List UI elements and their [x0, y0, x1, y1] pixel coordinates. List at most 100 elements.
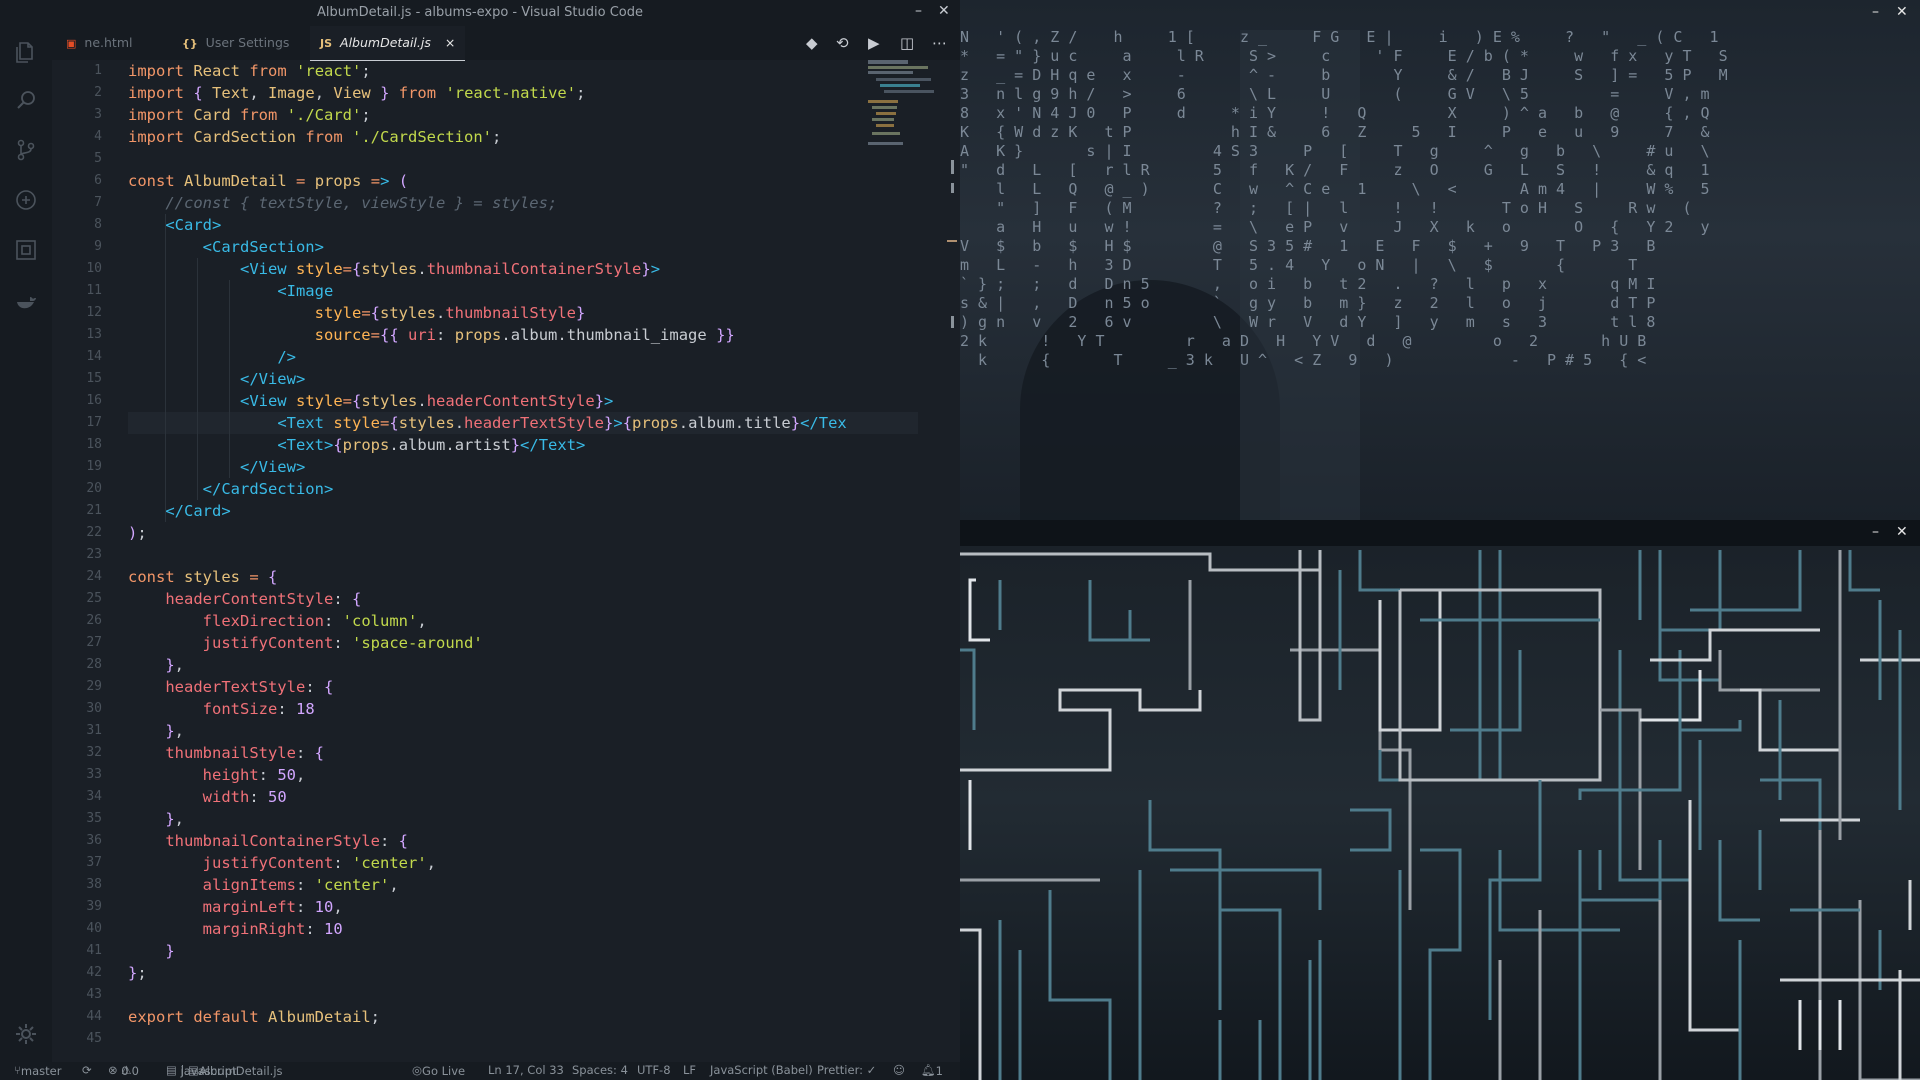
code-text: }; [128, 964, 147, 982]
run-icon[interactable]: ▶ [868, 34, 880, 52]
matrix-row: z _ = D H q e x - ^ - b Y & / B J S ] = … [960, 66, 1728, 84]
matrix-row: m L - h 3 D T 5 . 4 Y o N | \ $ { T [960, 256, 1638, 274]
code-text: source={{ uri: props.album.thumbnail_ima… [314, 326, 735, 344]
encoding[interactable]: UTF-8 [637, 1063, 671, 1077]
code-text: style={styles.thumbnailStyle} [314, 304, 586, 322]
editor-tabs: ▣ ne.html {} User Settings JS AlbumDetail.j… [52, 26, 960, 61]
code-text: headerContentStyle: { [165, 590, 362, 608]
code-text: marginLeft: 10, [202, 898, 343, 916]
line-number: 16 [86, 393, 102, 408]
json-icon: {} [182, 37, 198, 50]
indentation[interactable]: Spaces: 4 [572, 1063, 628, 1077]
title-bar: AlbumDetail.js - albums-expo - Visual St… [0, 0, 960, 26]
code-text: </View> [239, 458, 306, 476]
line-number: 2 [94, 85, 102, 100]
matrix-row: N ' ( , Z / h 1 [ z _ F G E | i ) E % ? … [960, 28, 1719, 46]
notifications-button[interactable]: 🔔︎ 1 [921, 1063, 943, 1078]
source-control-icon[interactable] [14, 138, 38, 162]
line-number: 14 [86, 349, 102, 364]
matrix-row: a H u w ! = \ e P v J X k o O { Y 2 y [960, 218, 1710, 236]
tab-user-settings[interactable]: {} User Settings [172, 26, 299, 60]
compare-icon[interactable]: ⟲ [836, 34, 849, 52]
line-number: 39 [86, 899, 102, 914]
explorer-icon[interactable] [14, 40, 38, 64]
line-number: 23 [86, 547, 102, 562]
code-text: <CardSection> [202, 238, 324, 256]
prettier-status[interactable]: Prettier: ✓ [817, 1063, 876, 1077]
code-text: height: 50, [202, 766, 306, 784]
html5-icon: ▣ [66, 37, 77, 50]
tab-close-button[interactable]: × [445, 35, 455, 50]
minimap[interactable] [868, 60, 948, 160]
debug-icon[interactable] [14, 188, 38, 212]
line-number: 5 [94, 151, 102, 166]
code-text: }, [165, 656, 185, 674]
code-text: }, [165, 810, 185, 828]
minimize-button[interactable]: – [1872, 524, 1879, 540]
minimize-button[interactable]: – [1872, 4, 1879, 20]
line-number: 11 [86, 283, 102, 298]
code-text: ); [128, 524, 147, 542]
line-number: 35 [86, 811, 102, 826]
code-text: marginRight: 10 [202, 920, 343, 938]
split-editor-icon[interactable]: ◫ [900, 34, 914, 52]
line-number: 13 [86, 327, 102, 342]
line-number: 18 [86, 437, 102, 452]
line-number: 6 [94, 173, 102, 188]
matrix-row: ` } ; ; d D n 5 , o i b t 2 . ? l p x q … [960, 275, 1656, 293]
code-text: /> [277, 348, 296, 366]
code-text: import CardSection from './CardSection'; [128, 128, 502, 146]
docker-icon[interactable] [14, 288, 38, 312]
extensions-icon[interactable] [14, 238, 38, 262]
terminal-matrix[interactable]: – ✕ N ' ( , Z / h 1 [ z _ F G E | i ) E … [960, 0, 1920, 520]
line-number: 36 [86, 833, 102, 848]
branch-indicator[interactable]: ⑂ master [14, 1063, 61, 1078]
line-number: 20 [86, 481, 102, 496]
line-number: 17 [86, 415, 102, 430]
code-text: justifyContent: 'center', [202, 854, 436, 872]
code-text: thumbnailStyle: { [165, 744, 325, 762]
close-button[interactable]: ✕ [938, 3, 950, 19]
language-indicator[interactable]: JavaScript (Babel) [710, 1063, 813, 1077]
scrollbar-marker [951, 160, 954, 174]
scrollbar-marker [947, 240, 957, 242]
matrix-row: " d L [ r l R 5 f K / F z O G L S ! & q … [960, 161, 1710, 179]
more-icon[interactable]: ⋯ [932, 34, 947, 52]
line-number: 26 [86, 613, 102, 628]
close-button[interactable]: ✕ [1896, 524, 1908, 540]
matrix-row: ) g n v 2 6 v \ W r V d Y ] y m s 3 t l … [960, 313, 1656, 331]
problems-indicator[interactable]: ⊗ 0 ⚠ 0 [108, 1063, 139, 1078]
go-live-button[interactable]: ◎ Go Live [412, 1063, 465, 1078]
line-number: 33 [86, 767, 102, 782]
scrollbar-marker [951, 183, 954, 193]
sync-icon[interactable]: ⟳ [82, 1063, 92, 1077]
code-text: export default AlbumDetail; [128, 1008, 381, 1026]
feedback-icon[interactable]: ☺ [893, 1063, 905, 1077]
code-text: <Card> [165, 216, 222, 234]
code-editor[interactable]: 1 import React from 'react'; 2 import { Tex… [52, 60, 918, 1064]
line-number: 34 [86, 789, 102, 804]
line-number: 7 [94, 195, 102, 210]
eol[interactable]: LF [683, 1063, 696, 1077]
line-number: 30 [86, 701, 102, 716]
language-mode[interactable]: ▤ javascript | ▤ AlbumDetail.js [166, 1063, 283, 1078]
terminal-pipes[interactable]: – ✕ [960, 520, 1920, 1080]
tab-html[interactable]: ▣ ne.html [56, 26, 142, 60]
line-number: 21 [86, 503, 102, 518]
diff-icon[interactable]: ◆ [806, 34, 818, 52]
line-number: 29 [86, 679, 102, 694]
line-number: 37 [86, 855, 102, 870]
code-text: //const { textStyle, viewStyle } = style… [128, 194, 558, 212]
matrix-row: k { T _ 3 k U ^ < Z 9 ) - P # 5 { < [960, 351, 1647, 369]
code-text: width: 50 [202, 788, 287, 806]
minimize-button[interactable]: – [915, 3, 922, 19]
close-button[interactable]: ✕ [1896, 4, 1908, 20]
search-icon[interactable] [14, 88, 38, 112]
tab-albumdetail[interactable]: JS AlbumDetail.js × [310, 26, 466, 61]
code-text: }, [165, 722, 185, 740]
gear-icon[interactable] [14, 1022, 38, 1046]
code-text: const AlbumDetail = props => ( [128, 172, 409, 190]
code-text: </CardSection> [202, 480, 334, 498]
line-number: 1 [94, 63, 102, 78]
cursor-position[interactable]: Ln 17, Col 33 [488, 1063, 564, 1077]
